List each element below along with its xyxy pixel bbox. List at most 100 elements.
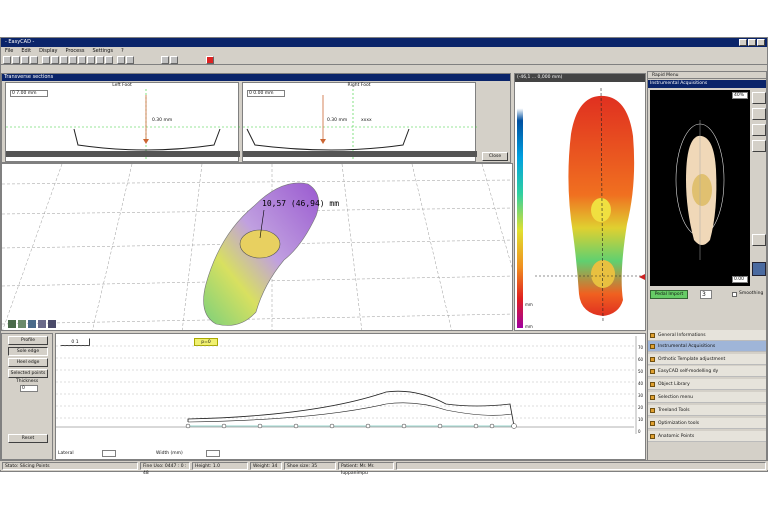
close-sections-button[interactable]: Close	[482, 152, 508, 161]
tool-icon-10[interactable]	[126, 56, 134, 64]
folder-icon	[650, 395, 655, 400]
rapid-item-selection[interactable]: Selection menu	[648, 392, 766, 403]
lateral-field[interactable]	[102, 450, 116, 457]
right-foot-section: Right Foot 0 0.00 mm 0.30 mm xxxx	[242, 82, 477, 162]
scan-zoom-field[interactable]: 40%	[732, 92, 748, 99]
menu-process[interactable]: Process	[66, 47, 85, 55]
close-window-button[interactable]	[757, 39, 765, 46]
profile-y-ticks: 70 60 50 40 30 20 10 0	[638, 345, 644, 434]
folder-icon	[650, 357, 655, 362]
status-patient: Patient: Mr. Mr. Iuppanimpu	[338, 462, 394, 476]
status-height: Height: 1.0	[192, 462, 248, 470]
left-foot-section: Left Foot 0 7.00 mm 0.30 mm	[5, 82, 240, 162]
right-depth-label: 0.30 mm	[327, 118, 348, 123]
foot-scan-view[interactable]	[650, 90, 750, 286]
right-foot-label: Right Foot	[347, 83, 371, 88]
folder-icon	[650, 369, 655, 374]
left-foot-label: Left Foot	[112, 83, 132, 88]
camera-icon[interactable]	[752, 234, 766, 246]
folder-icon	[650, 421, 655, 426]
save-icon[interactable]	[21, 56, 29, 64]
window-titlebar: - EasyCAD -	[1, 38, 767, 47]
transverse-title: Transverse sections	[2, 74, 510, 81]
tool-icon-4[interactable]	[69, 56, 77, 64]
rapid-item-optimization[interactable]: Optimization tools	[648, 418, 766, 429]
selected-points-button[interactable]: Selected points	[8, 369, 48, 378]
tool-icon-3[interactable]	[60, 56, 68, 64]
transverse-sections-panel: Transverse sections Left Foot 0 7.00 mm …	[1, 73, 511, 163]
width-field[interactable]	[206, 450, 220, 457]
contrast-icon[interactable]	[752, 108, 766, 120]
profile-plot	[56, 336, 637, 434]
menu-settings[interactable]: Settings	[92, 47, 113, 55]
sole-edge-button[interactable]: Sole edge	[8, 347, 48, 356]
rapid-item-treeland[interactable]: Treeland Tools	[648, 405, 766, 416]
menu-help[interactable]: ?	[121, 47, 124, 55]
thickness-label: Thickness	[16, 379, 39, 384]
foot-scan-image	[675, 120, 725, 260]
reset-button[interactable]: Reset	[8, 434, 48, 443]
rapid-menu-title: Rapid Menu	[648, 72, 766, 79]
filter-icon[interactable]	[161, 56, 169, 64]
menu-edit[interactable]: Edit	[21, 47, 31, 55]
menu-file[interactable]: File	[5, 47, 13, 55]
status-time: Fine Uso: 0447 : 0 : 48	[140, 462, 190, 476]
stop-icon[interactable]	[206, 56, 214, 64]
status-bar: Stato: Slicing Points Fine Uso: 0447 : 0…	[0, 460, 768, 476]
tool-icon-7[interactable]	[96, 56, 104, 64]
3d-grid	[2, 164, 512, 330]
tool-icon-9[interactable]	[117, 56, 125, 64]
view-icon-4[interactable]	[38, 320, 46, 328]
tool-icon-1[interactable]	[42, 56, 50, 64]
zoom-icon[interactable]	[752, 92, 766, 104]
status-state: Stato: Slicing Points	[2, 462, 138, 470]
rapid-menu-subtitle: Instrumental Acquisitions	[648, 80, 766, 88]
rapid-item-orthotic[interactable]: Orthotic Template adjustment	[648, 354, 766, 365]
rapid-item-library[interactable]: Object Library	[648, 379, 766, 390]
pressure-heatmap-panel: (-46,1 ... 0,000 mm) mm mm	[514, 73, 646, 331]
folder-icon	[650, 382, 655, 387]
profile-button[interactable]: Profile	[8, 336, 48, 345]
3d-readout: 10,57 (46,94) mm	[262, 199, 340, 208]
rapid-item-general[interactable]: General Informations	[648, 330, 766, 341]
tool-icon-8[interactable]	[105, 56, 113, 64]
smoothing-checkbox[interactable]	[732, 292, 737, 297]
rapid-item-anatomic[interactable]: Anatomic Points	[648, 431, 766, 442]
view-icon-3[interactable]	[28, 320, 36, 328]
profile-graph-panel: 0 1 p=0 70 60 50 40 30 20 10 0 Lateral W…	[55, 333, 646, 460]
window-title: - EasyCAD -	[5, 39, 35, 45]
profile-tools-panel: Profile Sole edge Heel edge Selected poi…	[1, 333, 53, 460]
view-icon-2[interactable]	[18, 320, 26, 328]
rapid-item-acquisitions[interactable]: Instrumental Acquisitions	[648, 341, 766, 352]
toolbar	[1, 55, 767, 65]
right-mark-label: xxxx	[361, 118, 372, 123]
folder-icon	[650, 344, 655, 349]
minimize-button[interactable]	[739, 39, 747, 46]
tool-icon-2[interactable]	[51, 56, 59, 64]
open-icon[interactable]	[12, 56, 20, 64]
navigate-icon[interactable]	[752, 262, 766, 276]
view-icon-5[interactable]	[48, 320, 56, 328]
status-shoe-size: Shoe size: 35	[284, 462, 336, 470]
tool-icon-5[interactable]	[78, 56, 86, 64]
3d-view[interactable]: 10,57 (46,94) mm	[1, 163, 513, 331]
folder-icon	[650, 434, 655, 439]
thickness-field[interactable]: 0	[20, 385, 38, 392]
rapid-item-self-modelling[interactable]: EasyCAD self-modelling dy	[648, 366, 766, 377]
tool-icon-6[interactable]	[87, 56, 95, 64]
print-icon[interactable]	[30, 56, 38, 64]
scan-offset-field[interactable]: 0.00	[732, 276, 748, 283]
menubar: File Edit Display Process Settings ?	[1, 47, 767, 55]
pedal-spin[interactable]: 3	[700, 290, 712, 299]
pedal-import-button[interactable]: Pedal Import	[650, 290, 688, 299]
view-icon-1[interactable]	[8, 320, 16, 328]
heel-edge-button[interactable]: Heel edge	[8, 358, 48, 367]
new-icon[interactable]	[3, 56, 11, 64]
profile-right-label: Width (mm)	[156, 451, 183, 456]
maximize-button[interactable]	[748, 39, 756, 46]
settings-icon[interactable]	[170, 56, 178, 64]
rotate-icon[interactable]	[752, 124, 766, 136]
menu-display[interactable]: Display	[39, 47, 57, 55]
smoothing-label: Smoothing	[739, 291, 764, 296]
grid-icon[interactable]	[752, 140, 766, 152]
